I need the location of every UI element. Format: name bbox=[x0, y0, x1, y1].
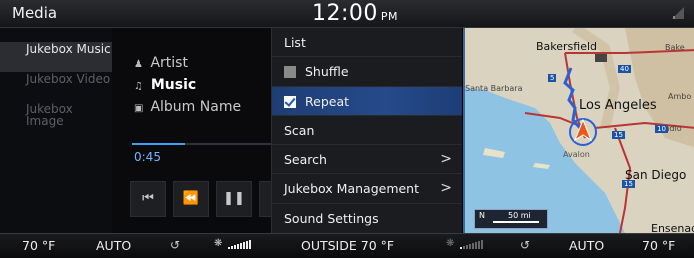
right-temperature[interactable]: 70 °F bbox=[642, 238, 675, 253]
map-city-label: Santa Barbara bbox=[465, 84, 523, 93]
status-bar: Media 12:00 PM bbox=[0, 0, 694, 28]
menu-item-label: List bbox=[284, 35, 306, 50]
highway-shield: 10 bbox=[655, 125, 668, 133]
map-city-label: Bake bbox=[665, 43, 685, 52]
music-player: ♟ Artist ♫ Music ▣ Album Name 0:45 ⏮ ⏪ ❚… bbox=[112, 28, 272, 233]
checkbox-unchecked-icon bbox=[284, 66, 296, 79]
menu-item-search[interactable]: Search > bbox=[272, 145, 462, 175]
pause-icon: ❚❚ bbox=[223, 191, 245, 206]
chevron-right-icon: > bbox=[440, 151, 452, 168]
menu-item-sound-settings[interactable]: Sound Settings bbox=[272, 204, 462, 233]
map-city-label: Los Angeles bbox=[579, 98, 657, 113]
previous-track-button[interactable]: ⏮ bbox=[130, 181, 166, 217]
menu-item-jukebox-management[interactable]: Jukebox Management > bbox=[272, 174, 462, 204]
sidebar-item-jukebox-video[interactable]: Jukebox Video bbox=[0, 72, 112, 102]
destination-flag-icon bbox=[595, 54, 607, 62]
sidebar-item-jukebox-music[interactable]: Jukebox Music bbox=[0, 42, 112, 72]
fan-icon[interactable]: ❋ bbox=[446, 238, 454, 249]
highway-shield: 15 bbox=[612, 131, 625, 139]
north-indicator: N bbox=[479, 211, 485, 220]
menu-item-scan[interactable]: Scan bbox=[272, 116, 462, 146]
scale-bar bbox=[493, 221, 539, 223]
navigation-map[interactable]: Bakersfield Santa Barbara Los Angeles Av… bbox=[463, 28, 694, 233]
menu-item-label: Shuffle bbox=[305, 64, 349, 80]
artist-row: ♟ Artist bbox=[134, 55, 188, 71]
outside-temperature: OUTSIDE 70 °F bbox=[301, 238, 395, 253]
clock-time: 12:00 bbox=[312, 1, 378, 26]
skip-back-icon: ⏮ bbox=[142, 191, 154, 206]
fan-icon[interactable]: ❋ bbox=[214, 238, 222, 249]
pause-button[interactable]: ❚❚ bbox=[216, 181, 252, 217]
sidebar-item-jukebox-image[interactable]: Jukebox Image bbox=[0, 102, 112, 132]
menu-item-label: Sound Settings bbox=[284, 210, 379, 226]
highway-shield: 5 bbox=[548, 74, 557, 82]
left-auto-mode[interactable]: AUTO bbox=[96, 238, 131, 253]
right-auto-mode[interactable]: AUTO bbox=[569, 238, 604, 253]
map-scale: N 50 mi bbox=[474, 209, 548, 229]
song-title: Music bbox=[150, 77, 197, 93]
artist-name: Artist bbox=[150, 55, 188, 71]
clock: 12:00 PM bbox=[312, 1, 398, 26]
airflow-icon[interactable]: ↺ bbox=[170, 238, 180, 252]
menu-item-label: Repeat bbox=[305, 93, 350, 109]
airflow-icon[interactable]: ↺ bbox=[520, 238, 530, 252]
rewind-icon: ⏪ bbox=[182, 191, 200, 206]
scale-distance: 50 mi bbox=[508, 211, 531, 220]
map-city-label: Ambo bbox=[668, 92, 692, 101]
options-menu: List Shuffle Repeat Scan Search > Jukebox… bbox=[271, 28, 462, 233]
song-row: ♫ Music bbox=[134, 77, 196, 93]
music-note-icon: ♫ bbox=[134, 81, 143, 92]
person-icon: ♟ bbox=[134, 59, 143, 70]
source-sidebar: Jukebox Music Jukebox Video Jukebox Imag… bbox=[0, 28, 112, 233]
album-row: ▣ Album Name bbox=[134, 99, 241, 115]
fan-level-right bbox=[460, 240, 483, 249]
climate-bar: 70 °F AUTO ↺ ❋ OUTSIDE 70 °F ❋ ↺ AUTO 70… bbox=[0, 233, 694, 258]
menu-item-label: Jukebox Management bbox=[284, 181, 420, 197]
clock-ampm: PM bbox=[380, 10, 399, 23]
menu-item-list[interactable]: List bbox=[272, 28, 462, 58]
highway-shield: 40 bbox=[618, 65, 631, 73]
elapsed-time: 0:45 bbox=[134, 150, 161, 164]
highway-shield: 15 bbox=[622, 180, 635, 188]
menu-item-shuffle[interactable]: Shuffle bbox=[272, 57, 462, 87]
fan-level-left bbox=[228, 240, 251, 249]
map-city-label: Ensenada bbox=[651, 222, 694, 233]
checkbox-checked-icon bbox=[284, 95, 296, 108]
menu-item-repeat[interactable]: Repeat bbox=[272, 86, 462, 116]
signal-icon bbox=[672, 7, 684, 19]
album-name: Album Name bbox=[150, 99, 242, 115]
left-temperature[interactable]: 70 °F bbox=[22, 238, 55, 253]
rewind-button[interactable]: ⏪ bbox=[173, 181, 209, 217]
progress-bar[interactable] bbox=[132, 143, 272, 145]
progress-fill bbox=[132, 143, 186, 145]
menu-item-label: Search bbox=[284, 152, 327, 168]
album-icon: ▣ bbox=[134, 103, 144, 114]
map-city-label: Avalon bbox=[563, 150, 590, 159]
map-city-label: Bakersfield bbox=[536, 40, 598, 53]
chevron-right-icon: > bbox=[440, 180, 452, 197]
page-title: Media bbox=[12, 4, 58, 22]
menu-item-label: Scan bbox=[284, 122, 315, 138]
